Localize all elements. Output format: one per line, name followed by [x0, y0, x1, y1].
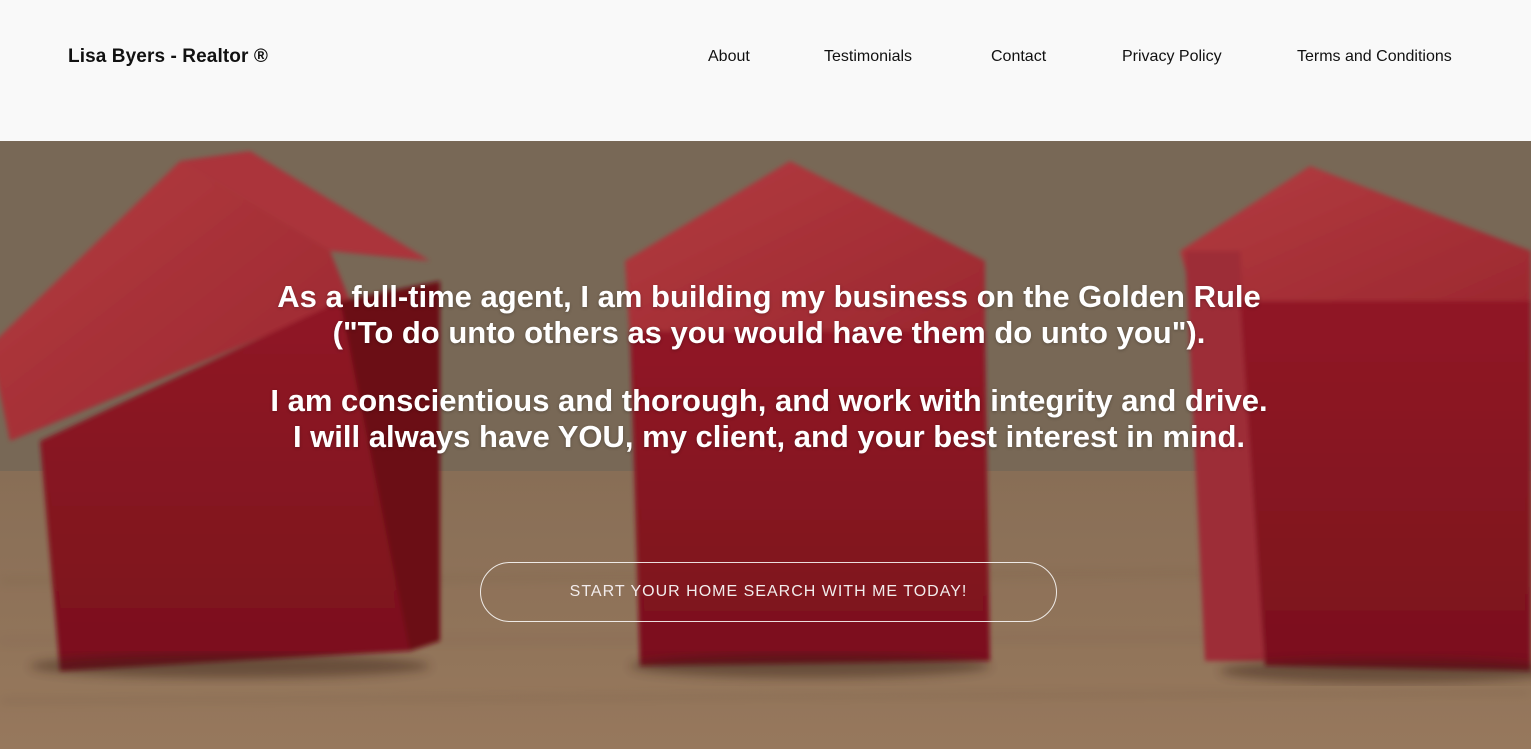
nav-privacy-policy-link[interactable]: Privacy Policy [1122, 48, 1222, 66]
hero-line: I will always have YOU, my client, and y… [292, 419, 1246, 454]
nav-testimonials-link[interactable]: Testimonials [824, 48, 912, 66]
site-header: Lisa Byers - Realtor ® About Testimonial… [0, 0, 1531, 141]
main-nav: About Testimonials Contact Privacy Polic… [0, 48, 1531, 70]
nav-terms-link[interactable]: Terms and Conditions [1297, 48, 1452, 66]
hero-golden-rule-text: As a full-time agent, I am building my b… [0, 279, 1531, 351]
nav-contact-link[interactable]: Contact [991, 48, 1046, 66]
hero-line: ("To do unto others as you would have th… [332, 315, 1206, 350]
hero-section: As a full-time agent, I am building my b… [0, 141, 1531, 749]
nav-about-link[interactable]: About [708, 48, 750, 66]
hero-commitment-text: I am conscientious and thorough, and wor… [0, 383, 1531, 455]
start-home-search-button[interactable]: START YOUR HOME SEARCH WITH ME TODAY! [480, 562, 1057, 622]
hero-line: I am conscientious and thorough, and wor… [270, 383, 1268, 418]
hero-line: As a full-time agent, I am building my b… [277, 279, 1261, 314]
